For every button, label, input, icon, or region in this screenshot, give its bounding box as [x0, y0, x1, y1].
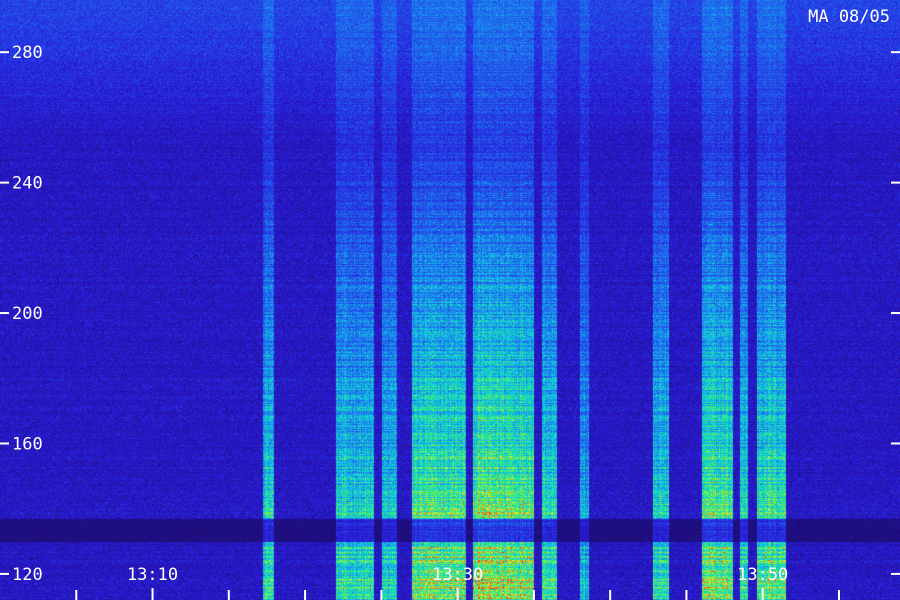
- chart-title: MA 08/05: [808, 7, 890, 27]
- y-axis: 280 240 200 160 120: [0, 43, 900, 585]
- x-tick-label: 13:10: [127, 565, 178, 585]
- chart-overlay: MA 08/05 280 240 200 160 120 13:10 13:30 13:50: [0, 7, 900, 600]
- y-tick-label: 240: [12, 174, 43, 194]
- x-axis: 13:10 13:30 13:50: [75, 565, 840, 600]
- x-tick-label: 13:30: [432, 565, 483, 585]
- y-tick-label: 280: [12, 43, 43, 63]
- y-tick-label: 200: [12, 304, 43, 324]
- y-tick-label: 120: [12, 565, 43, 585]
- x-tick-label: 13:50: [737, 565, 788, 585]
- y-tick-label: 160: [12, 434, 43, 454]
